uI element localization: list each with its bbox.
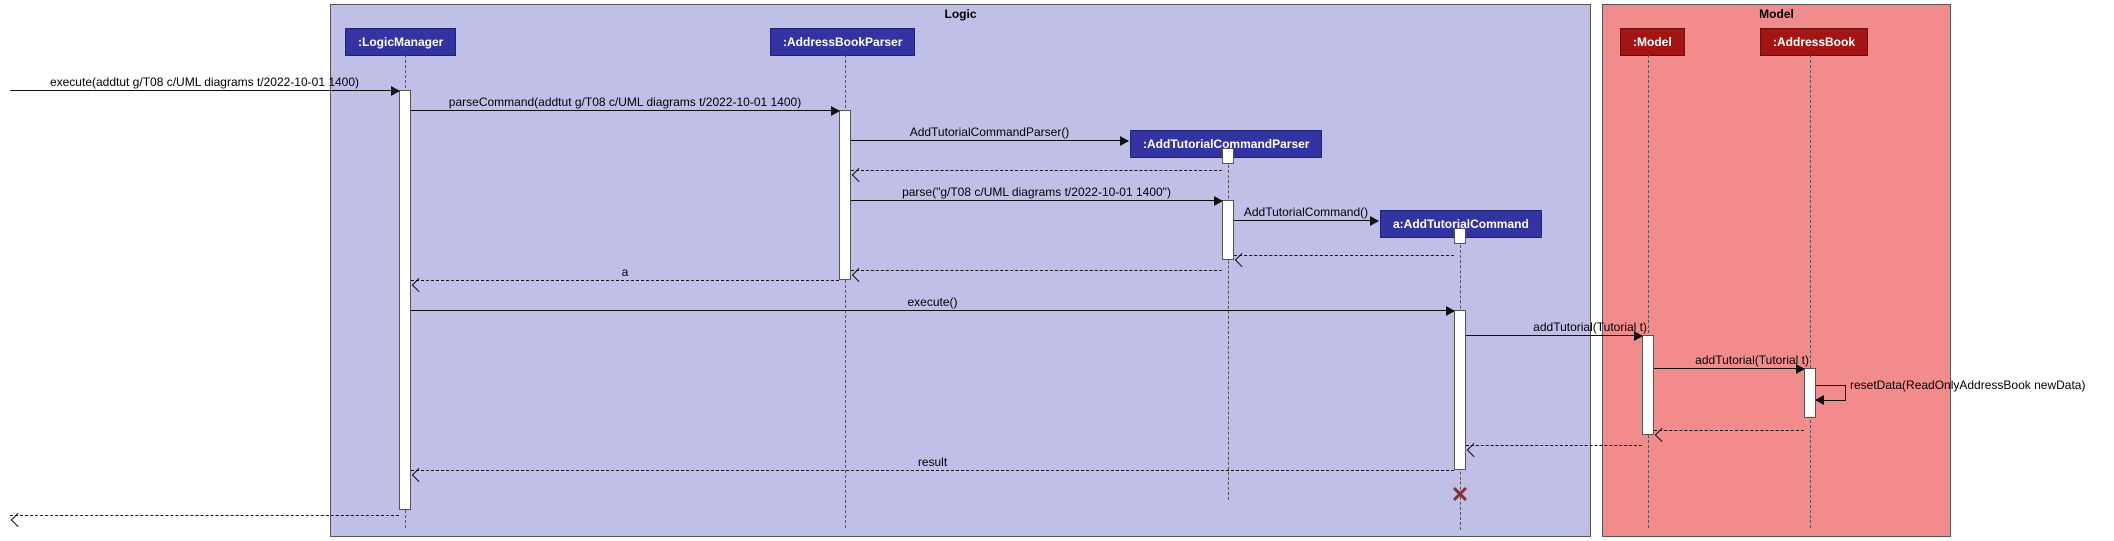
destroy-icon: ✕ xyxy=(1451,482,1469,508)
msg-parse-command: parseCommand(addtut g/T08 c/UML diagrams… xyxy=(411,95,839,110)
msg-ctor-command-return xyxy=(1234,240,1454,255)
activation-add-parser-parse xyxy=(1222,200,1234,260)
frame-model: Model xyxy=(1602,4,1951,537)
participant-logic-manager: :LogicManager xyxy=(345,28,456,56)
participant-parser: :AddressBookParser xyxy=(770,28,915,56)
msg-model-return xyxy=(1466,430,1642,445)
frame-logic-title: Logic xyxy=(945,7,977,21)
msg-add-tutorial-book: addTutorial(Tutorial t) xyxy=(1654,353,1804,368)
msg-execute: execute(addtut g/T08 c/UML diagrams t/20… xyxy=(10,75,399,90)
msg-parse-return xyxy=(851,255,1222,270)
lifeline-address-book xyxy=(1810,55,1811,528)
activation-parser xyxy=(839,110,851,280)
activation-add-parser-ctor xyxy=(1222,148,1234,164)
msg-ctor-command: AddTutorialCommand() xyxy=(1234,205,1378,220)
activation-address-book xyxy=(1804,368,1816,418)
activation-logic-manager xyxy=(399,90,411,510)
lifeline-model xyxy=(1648,55,1649,528)
activation-add-command-ctor xyxy=(1454,228,1466,244)
msg-ctor-parser-return xyxy=(851,155,1222,170)
msg-reset-data xyxy=(1816,385,1846,401)
participant-model: :Model xyxy=(1620,28,1685,56)
msg-parse: parse("g/T08 c/UML diagrams t/2022-10-01… xyxy=(851,185,1222,200)
msg-execute-return xyxy=(10,500,399,515)
msg-reset-data-label: resetData(ReadOnlyAddressBook newData) xyxy=(1850,378,2085,392)
msg-add-tutorial-model: addTutorial(Tutorial t) xyxy=(1466,320,1642,335)
activation-add-command-exec xyxy=(1454,310,1466,470)
participant-address-book: :AddressBook xyxy=(1760,28,1868,56)
msg-ctor-parser: AddTutorialCommandParser() xyxy=(851,125,1128,140)
frame-model-title: Model xyxy=(1759,7,1794,21)
msg-return-a: a xyxy=(411,265,839,280)
msg-execute-cmd: execute() xyxy=(411,295,1454,310)
activation-model xyxy=(1642,335,1654,435)
msg-book-return xyxy=(1654,415,1804,430)
msg-result: result xyxy=(411,455,1454,470)
